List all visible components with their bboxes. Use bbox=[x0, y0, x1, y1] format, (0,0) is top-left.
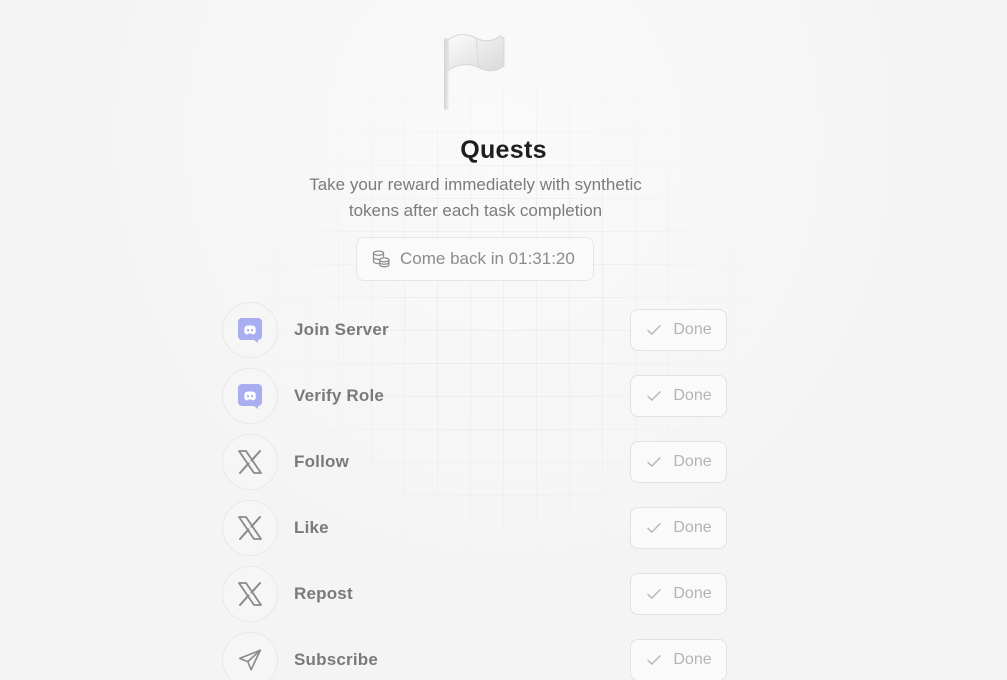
done-button[interactable]: Done bbox=[630, 441, 727, 483]
check-icon bbox=[647, 457, 662, 467]
cooldown-timer: Come back in 01:31:20 bbox=[356, 237, 594, 281]
coins-icon bbox=[372, 250, 390, 268]
quest-row-follow: Follow Done bbox=[222, 429, 727, 495]
discord-icon bbox=[222, 302, 278, 358]
telegram-icon bbox=[222, 632, 278, 680]
discord-icon bbox=[222, 368, 278, 424]
quest-label: Subscribe bbox=[294, 650, 378, 669]
done-label: Done bbox=[673, 321, 712, 338]
quest-list: Join Server Done Verify Role Done Follow… bbox=[222, 297, 727, 680]
done-label: Done bbox=[673, 519, 712, 536]
quest-label: Follow bbox=[294, 452, 350, 471]
quest-label: Join Server bbox=[294, 320, 389, 339]
done-button[interactable]: Done bbox=[630, 573, 727, 615]
page-subtitle: Take your reward immediately with synthe… bbox=[309, 175, 642, 220]
x-logo-icon bbox=[222, 434, 278, 490]
quest-label: Repost bbox=[294, 584, 353, 603]
quests-page: Quests Take your reward immediately with… bbox=[0, 0, 1007, 680]
done-button[interactable]: Done bbox=[630, 507, 727, 549]
quest-row-repost: Repost Done bbox=[222, 561, 727, 627]
done-button[interactable]: Done bbox=[630, 375, 727, 417]
quest-row-like: Like Done bbox=[222, 495, 727, 561]
done-label: Done bbox=[673, 387, 712, 404]
check-icon bbox=[647, 325, 662, 335]
done-button[interactable]: Done bbox=[630, 639, 727, 680]
timer-text: Come back in 01:31:20 bbox=[400, 249, 575, 268]
flag-icon bbox=[440, 28, 510, 112]
done-button[interactable]: Done bbox=[630, 309, 727, 351]
x-logo-icon bbox=[222, 500, 278, 556]
quest-row-verify-role: Verify Role Done bbox=[222, 363, 727, 429]
x-logo-icon bbox=[222, 566, 278, 622]
check-icon bbox=[647, 655, 662, 665]
quest-label: Verify Role bbox=[294, 386, 385, 405]
quest-label: Like bbox=[294, 518, 329, 537]
check-icon bbox=[647, 589, 662, 599]
done-label: Done bbox=[673, 651, 712, 668]
done-label: Done bbox=[673, 585, 712, 602]
check-icon bbox=[647, 523, 662, 533]
check-icon bbox=[647, 391, 662, 401]
quest-row-subscribe: Subscribe Done bbox=[222, 627, 727, 680]
done-label: Done bbox=[673, 453, 712, 470]
page-title: Quests bbox=[460, 136, 547, 164]
quest-row-join-server: Join Server Done bbox=[222, 297, 727, 363]
